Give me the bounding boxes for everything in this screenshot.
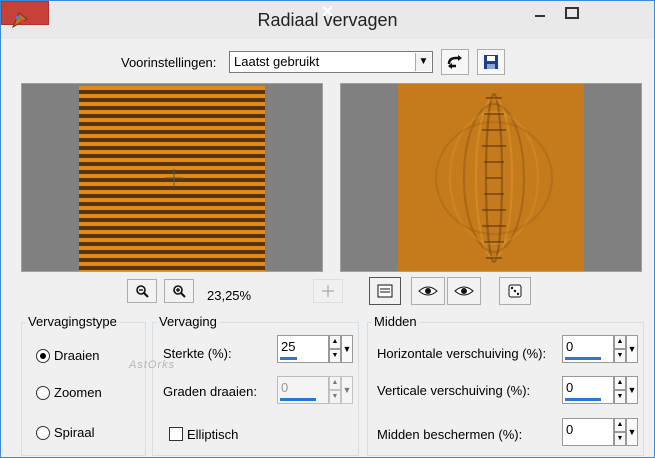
source-preview[interactable] bbox=[21, 83, 323, 272]
radio-draaien[interactable]: Draaien bbox=[36, 348, 100, 363]
strength-bar bbox=[280, 357, 297, 360]
proof-button[interactable] bbox=[369, 277, 401, 305]
radio-button[interactable] bbox=[36, 385, 50, 400]
blur-group-title: Vervaging bbox=[157, 314, 219, 329]
horizontal-offset-value: 0 bbox=[566, 339, 574, 354]
chevron-down-icon[interactable]: ▼ bbox=[341, 376, 353, 404]
strength-stepper[interactable]: ▲ ▼ bbox=[329, 335, 341, 363]
reset-preset-button[interactable] bbox=[441, 49, 469, 75]
eye-icon bbox=[418, 286, 438, 296]
protect-center-label: Midden beschermen (%): bbox=[377, 427, 523, 442]
protect-center-field[interactable]: 0 bbox=[562, 418, 614, 446]
rotate-label: Graden draaien: bbox=[163, 384, 257, 399]
chevron-down-icon[interactable]: ▼ bbox=[341, 335, 353, 363]
save-preset-button[interactable] bbox=[477, 49, 505, 75]
protect-center-value: 0 bbox=[566, 422, 574, 437]
rotate-value: 0 bbox=[281, 380, 289, 395]
center-group-title: Midden bbox=[372, 314, 419, 329]
horizontal-offset-field[interactable]: 0 bbox=[562, 335, 614, 363]
strength-value: 25 bbox=[281, 339, 296, 354]
close-icon: ✕ bbox=[320, 4, 335, 21]
vertical-offset-spinner[interactable]: 0 ▲ ▼ ▼ bbox=[562, 376, 640, 404]
horizontal-offset-spinner[interactable]: 0 ▲ ▼ ▼ bbox=[562, 335, 640, 363]
radio-label: Zoomen bbox=[54, 385, 102, 400]
result-image bbox=[398, 84, 584, 271]
rotate-stepper[interactable]: ▲ ▼ bbox=[329, 376, 341, 404]
rotate-spinner[interactable]: 0 ▲ ▼ ▼ bbox=[277, 376, 355, 404]
eye-icon bbox=[454, 286, 474, 296]
randomize-button[interactable] bbox=[499, 277, 531, 305]
center-crosshair-icon[interactable] bbox=[165, 169, 183, 187]
center-group: Midden Horizontale verschuiving (%): 0 ▲… bbox=[367, 314, 644, 456]
horizontal-offset-bar bbox=[565, 357, 601, 360]
blur-group: Vervaging Sterkte (%): 25 ▲ ▼ ▼ Graden dr… bbox=[152, 314, 359, 456]
zoom-out-button[interactable] bbox=[127, 279, 157, 303]
radio-button[interactable] bbox=[36, 425, 50, 440]
radio-spiraal[interactable]: Spiraal bbox=[36, 425, 94, 440]
reset-arrow-icon bbox=[447, 55, 462, 69]
vertical-offset-field[interactable]: 0 bbox=[562, 376, 614, 404]
dialog-window: Radiaal vervagen ✕ Voorinstellingen: Laa… bbox=[0, 0, 655, 458]
close-button[interactable]: ✕ bbox=[1, 1, 334, 25]
result-preview[interactable] bbox=[340, 83, 642, 272]
elliptical-checkbox[interactable] bbox=[169, 427, 183, 441]
chevron-down-icon[interactable]: ▼ bbox=[626, 376, 638, 404]
vertical-offset-bar bbox=[565, 398, 601, 401]
preview-panel-icon bbox=[377, 284, 393, 298]
rotate-field[interactable]: 0 bbox=[277, 376, 329, 404]
presets-value: Laatst gebruikt bbox=[234, 54, 320, 69]
protect-center-stepper[interactable]: ▲ ▼ bbox=[614, 418, 626, 446]
radio-label: Spiraal bbox=[54, 425, 95, 440]
blur-type-group: Vervagingstype Draaien Zoomen Spiraal bbox=[21, 314, 146, 456]
horizontal-offset-stepper[interactable]: ▲ ▼ bbox=[614, 335, 626, 363]
show-result-button[interactable] bbox=[447, 277, 481, 305]
zoom-out-icon bbox=[136, 285, 149, 298]
title-bar[interactable]: Radiaal vervagen ✕ bbox=[1, 1, 654, 39]
vertical-offset-label: Verticale verschuiving (%): bbox=[377, 383, 531, 398]
presets-label: Voorinstellingen: bbox=[121, 55, 217, 70]
blur-type-title: Vervagingstype bbox=[26, 314, 119, 329]
radio-button[interactable] bbox=[36, 348, 50, 363]
chevron-down-icon[interactable]: ▼ bbox=[415, 53, 431, 71]
vertical-offset-stepper[interactable]: ▲ ▼ bbox=[614, 376, 626, 404]
rotate-bar bbox=[280, 398, 316, 401]
horizontal-offset-label: Horizontale verschuiving (%): bbox=[377, 346, 547, 361]
save-icon bbox=[484, 55, 498, 69]
pan-button[interactable] bbox=[313, 279, 343, 303]
chevron-down-icon[interactable]: ▼ bbox=[626, 335, 638, 363]
radio-label: Draaien bbox=[54, 348, 100, 363]
radio-zoomen[interactable]: Zoomen bbox=[36, 385, 102, 400]
zoom-in-icon bbox=[173, 285, 186, 298]
chevron-down-icon[interactable]: ▼ bbox=[626, 418, 638, 446]
presets-dropdown[interactable]: Laatst gebruikt ▼ bbox=[229, 51, 433, 73]
zoom-level: 23,25% bbox=[207, 288, 252, 303]
move-icon bbox=[322, 285, 334, 297]
vertical-offset-value: 0 bbox=[566, 380, 574, 395]
dice-icon bbox=[508, 284, 522, 298]
watermark: AstOrks bbox=[129, 359, 176, 371]
zoom-in-button[interactable] bbox=[164, 279, 194, 303]
protect-center-spinner[interactable]: 0 ▲ ▼ ▼ bbox=[562, 418, 640, 446]
strength-spinner[interactable]: 25 ▲ ▼ ▼ bbox=[277, 335, 355, 363]
elliptical-label: Elliptisch bbox=[187, 427, 239, 442]
show-original-button[interactable] bbox=[411, 277, 445, 305]
strength-field[interactable]: 25 bbox=[277, 335, 329, 363]
